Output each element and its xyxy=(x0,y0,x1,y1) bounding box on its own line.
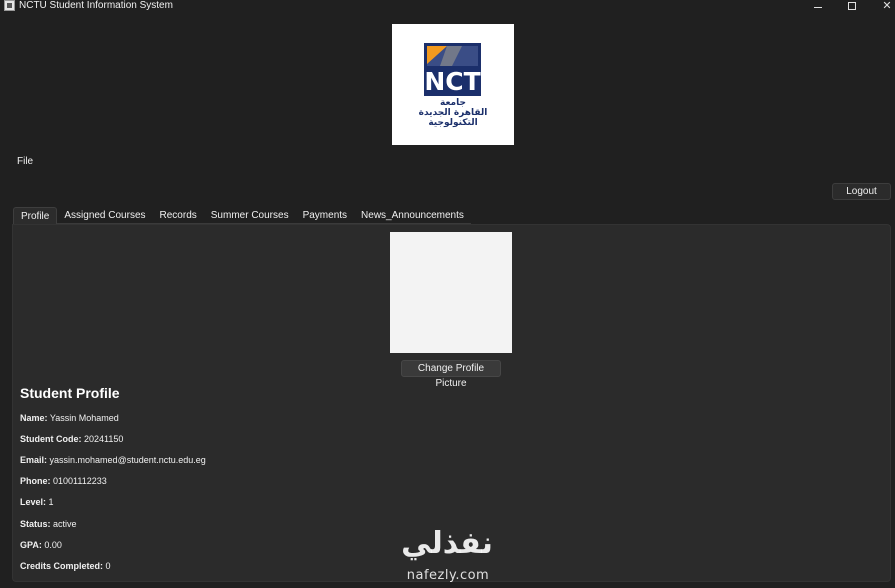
main-tabs: Profile Assigned Courses Records Summer … xyxy=(13,207,471,224)
info-value: Yassin Mohamed xyxy=(49,413,119,423)
info-value: 1 xyxy=(48,497,54,507)
profile-heading: Student Profile xyxy=(20,385,120,401)
info-gpa: GPA: 0.00 xyxy=(20,539,62,551)
tab-news-announcements[interactable]: News_Announcements xyxy=(354,207,471,224)
info-credits-completed: Credits Completed: 0 xyxy=(20,560,111,572)
info-value: 0.00 xyxy=(44,540,62,550)
logo-arabic-line-3: التكنولوجية xyxy=(428,118,478,128)
logo-arabic-line-1: جامعة xyxy=(440,98,466,108)
minimize-button[interactable] xyxy=(808,0,828,12)
tab-profile[interactable]: Profile xyxy=(13,207,58,224)
info-name: Name: Yassin Mohamed xyxy=(20,412,119,424)
minimize-icon xyxy=(814,6,822,8)
info-email: Email: yassin.mohamed@student.nctu.edu.e… xyxy=(20,454,206,466)
close-button[interactable]: ✕ xyxy=(877,0,895,12)
info-label: Name: xyxy=(20,413,48,423)
info-label: Status: xyxy=(20,519,51,529)
info-label: Email: xyxy=(20,455,48,465)
info-label: Phone: xyxy=(20,476,51,486)
university-logo: NCT جامعة القاهرة الجديدة التكنولوجية xyxy=(392,24,514,145)
window-title: NCTU Student Information System xyxy=(19,0,173,11)
info-value: 01001112233 xyxy=(53,476,107,486)
info-label: Level: xyxy=(20,497,47,507)
menu-file[interactable]: File xyxy=(17,156,33,168)
info-label: Credits Completed: xyxy=(20,561,104,571)
info-status: Status: active xyxy=(20,518,77,530)
title-bar: NCTU Student Information System ✕ xyxy=(0,0,895,12)
info-label: GPA: xyxy=(20,540,42,550)
logo-brand-text: NCT xyxy=(424,67,480,96)
tab-assigned-courses[interactable]: Assigned Courses xyxy=(57,207,153,224)
logo-arabic-line-2: القاهرة الجديدة xyxy=(418,108,488,118)
info-value: yassin.mohamed@student.nctu.edu.eg xyxy=(49,455,206,465)
info-phone: Phone: 01001112233 xyxy=(20,475,107,487)
info-value: 0 xyxy=(105,561,111,571)
watermark-latin: nafezly.com xyxy=(406,568,490,583)
app-icon xyxy=(4,0,15,11)
info-student-code: Student Code: 20241150 xyxy=(20,433,123,445)
change-profile-picture-button[interactable]: Change Profile Picture xyxy=(401,360,501,389)
info-value: active xyxy=(53,519,77,529)
info-value: 20241150 xyxy=(84,434,124,444)
profile-picture xyxy=(390,232,512,353)
info-label: Student Code: xyxy=(20,434,82,444)
tab-records[interactable]: Records xyxy=(152,207,204,224)
tab-summer-courses[interactable]: Summer Courses xyxy=(203,207,296,224)
watermark-arabic: نفذلي xyxy=(401,526,493,561)
info-level: Level: 1 xyxy=(20,496,54,508)
logout-button[interactable]: Logout xyxy=(832,183,891,200)
maximize-icon xyxy=(848,2,856,10)
tab-payments[interactable]: Payments xyxy=(295,207,355,224)
maximize-button[interactable] xyxy=(842,0,862,12)
